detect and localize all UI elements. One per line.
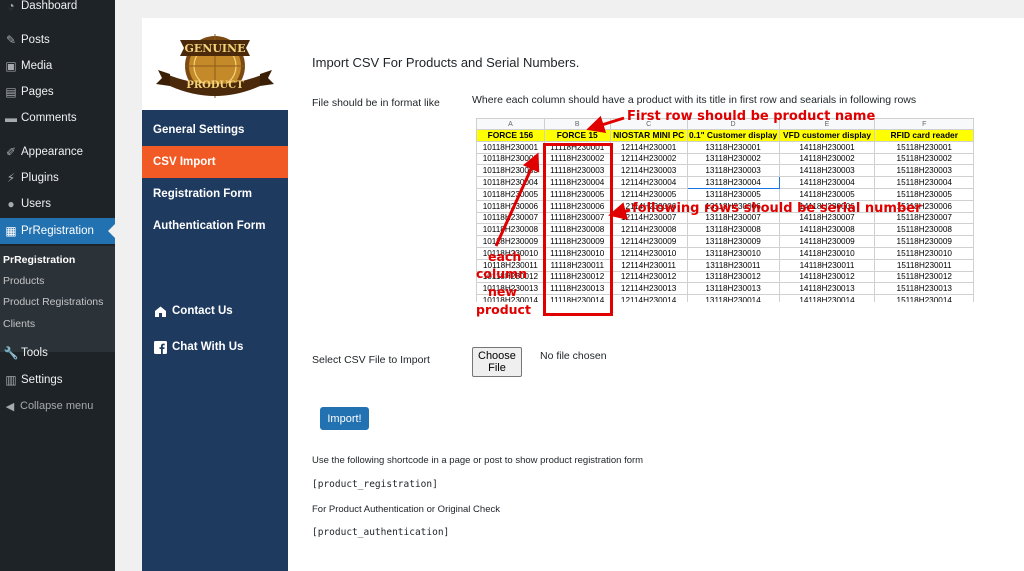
annotation-arrows <box>494 115 631 247</box>
arrow-to-serial-rows <box>608 202 631 220</box>
arrow-to-title-row <box>586 115 625 134</box>
arrow-to-column <box>494 152 540 247</box>
